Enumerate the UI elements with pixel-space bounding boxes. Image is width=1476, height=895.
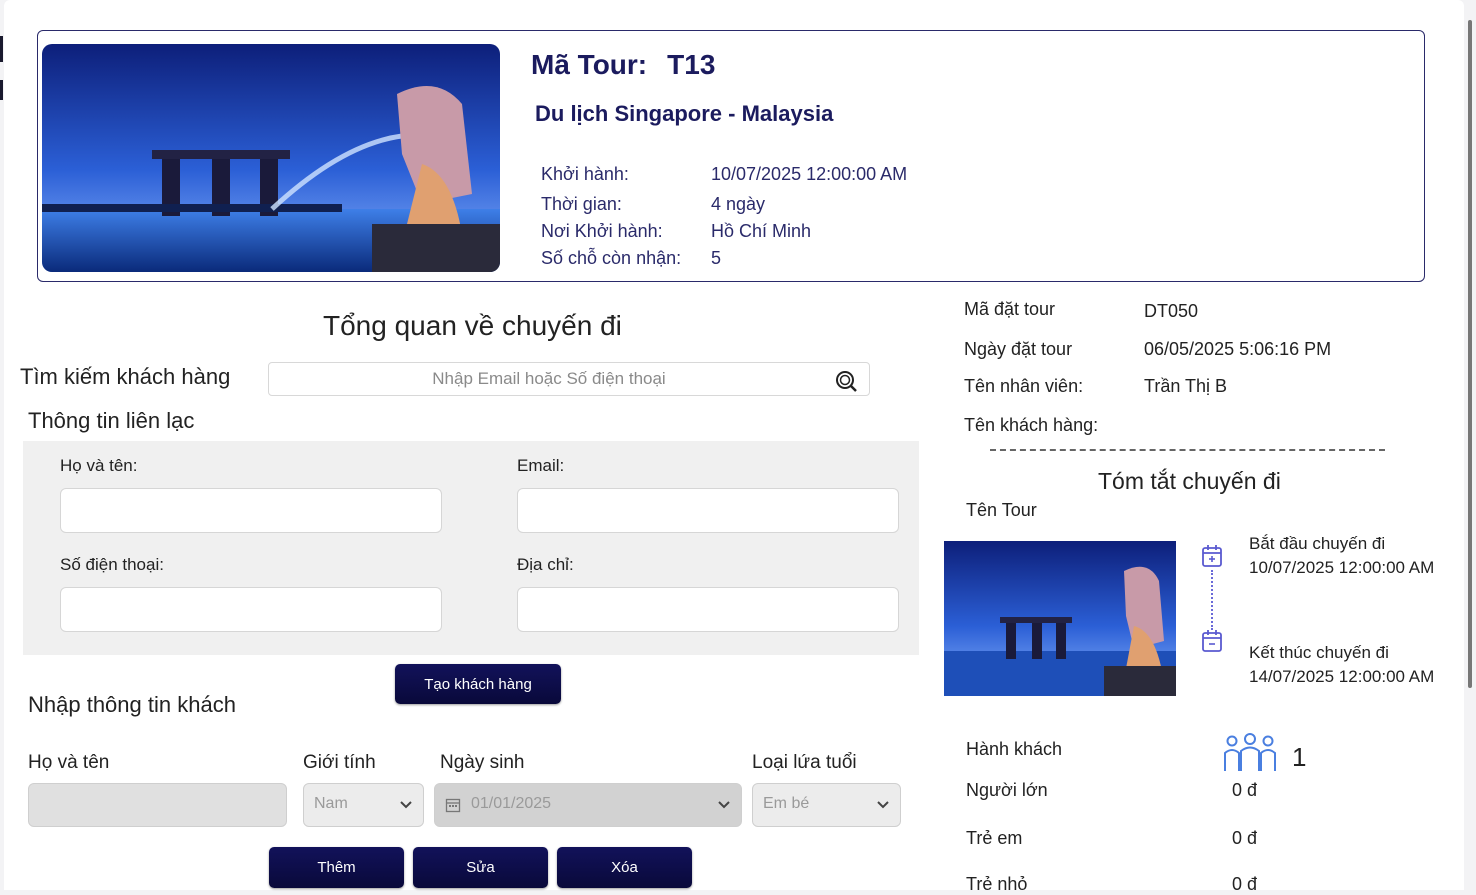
create-customer-button[interactable]: Tạo khách hàng [395,664,561,704]
infant-price-value: 0 đ [1232,874,1258,894]
adult-price-label: Người lớn [966,780,1048,800]
calendar-end-icon [1202,630,1222,652]
left-edge-mark [0,80,3,100]
search-customer-box [268,362,870,396]
delete-guest-button[interactable]: Xóa [557,847,692,888]
contact-phone-field[interactable] [60,587,442,632]
search-customer-label: Tìm kiếm khách hàng [20,364,231,389]
summary-tour-name-label: Tên Tour [966,500,1037,520]
customer-name-label: Tên khách hàng: [964,415,1099,435]
divider [990,449,1385,451]
chevron-down-icon [400,801,412,809]
child-price-value: 0 đ [1232,828,1258,848]
departure-label: Khởi hành: [541,164,629,184]
contact-phone-label: Số điện thoại: [60,555,164,574]
left-edge-mark [0,36,3,62]
timeline-connector [1211,570,1213,630]
guest-fullname-input[interactable] [28,783,287,827]
guest-gender-value: Nam [314,795,348,812]
contact-email-field[interactable] [517,488,899,533]
guest-fullname-header: Họ và tên [28,752,110,773]
seats-left-value: 5 [711,248,722,268]
passengers-count: 1 [1292,742,1307,772]
departure-place-label: Nơi Khởi hành: [541,221,663,241]
adult-price-value: 0 đ [1232,780,1258,800]
staff-name-label: Tên nhân viên: [964,376,1084,396]
guest-gender-header: Giới tính [303,752,376,773]
chevron-down-icon [718,801,730,809]
booking-code-label: Mã đặt tour [964,299,1056,319]
overview-title: Tổng quan về chuyến đi [323,310,622,341]
duration-value: 4 ngày [711,194,766,214]
infant-price-label: Trẻ nhỏ [966,874,1028,894]
tour-code-value: T13 [667,49,716,80]
guest-gender-select[interactable]: Nam [303,783,424,827]
trip-summary-title: Tóm tắt chuyến đi [1098,468,1281,494]
duration-label: Thời gian: [541,194,622,214]
booking-code-value: DT050 [1144,301,1199,321]
contact-address-label: Địa chỉ: [517,555,574,574]
contact-email-label: Email: [517,456,565,475]
guest-age-type-select[interactable]: Em bé [752,783,901,827]
tour-code: Mã Tour: T13 [531,49,715,81]
staff-name-value: Trần Thị B [1144,376,1228,396]
people-group-icon [1224,733,1276,771]
departure-place-value: Hồ Chí Minh [711,221,812,241]
tour-hero-image [42,44,500,272]
contact-fullname-field[interactable] [60,488,442,533]
guest-dob-picker[interactable]: 01/01/2025 [434,783,742,827]
booking-date-label: Ngày đặt tour [964,339,1073,359]
contact-info-title: Thông tin liên lạc [28,408,195,433]
contact-fullname-label: Họ và tên: [60,456,138,475]
chevron-down-icon [877,801,889,809]
calendar-icon [445,798,461,813]
calendar-start-icon [1202,545,1222,567]
tour-code-label: Mã Tour: [531,49,648,80]
passengers-label: Hành khách [966,739,1063,759]
booking-date-value: 06/05/2025 5:06:16 PM [1144,339,1332,359]
edit-guest-button[interactable]: Sửa [413,847,548,888]
trip-end-value: 14/07/2025 12:00:00 AM [1249,667,1435,686]
seats-left-label: Số chỗ còn nhận: [541,248,682,268]
contact-address-field[interactable] [517,587,899,632]
tour-thumbnail-image [944,541,1176,696]
trip-start-label: Bắt đầu chuyến đi [1249,534,1386,553]
trip-end-label: Kết thúc chuyến đi [1249,643,1389,662]
guest-age-type-value: Em bé [763,795,810,812]
guest-dob-header: Ngày sinh [440,752,525,773]
guest-info-title: Nhập thông tin khách [28,692,236,717]
tour-card: Mã Tour: T13 Du lịch Singapore - Malaysia… [37,30,1425,282]
guest-dob-value: 01/01/2025 [471,795,552,812]
add-guest-button[interactable]: Thêm [269,847,404,888]
guest-age-type-header: Loại lứa tuổi [752,752,857,773]
tour-name: Du lịch Singapore - Malaysia [535,101,834,126]
search-customer-input[interactable] [269,363,829,395]
child-price-label: Trẻ em [966,828,1023,848]
departure-value: 10/07/2025 12:00:00 AM [711,164,908,184]
trip-start-value: 10/07/2025 12:00:00 AM [1249,558,1435,577]
vertical-scrollbar[interactable] [1468,20,1472,688]
search-icon[interactable] [835,370,857,392]
